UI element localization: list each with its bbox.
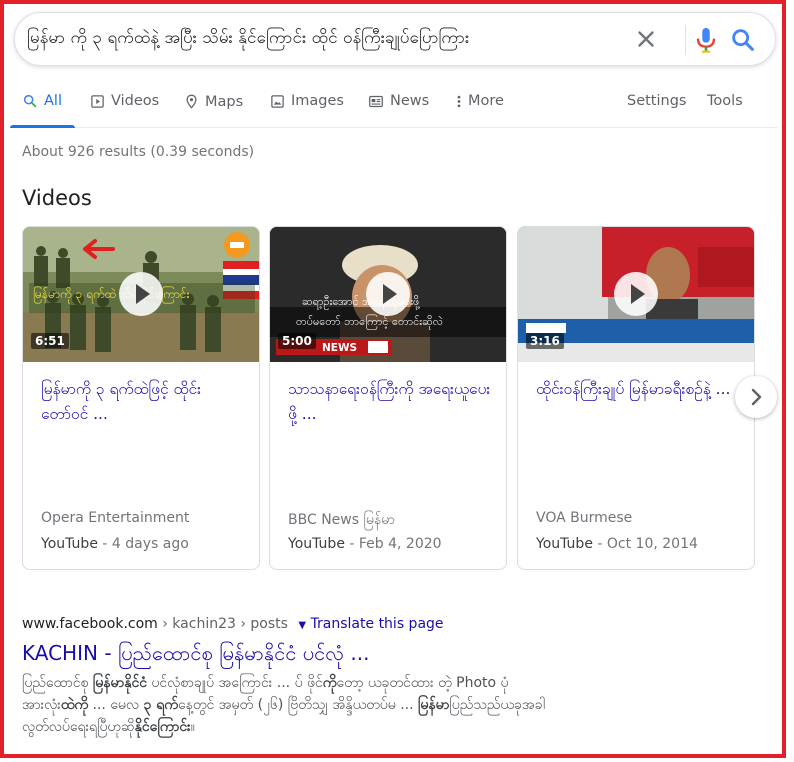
snippet-highlight: ကို xyxy=(322,675,337,691)
snippet-text: ... မေလ xyxy=(88,697,144,713)
tools-label: Tools xyxy=(707,93,743,109)
clear-icon[interactable] xyxy=(633,26,659,52)
result-snippet: ပြည်ထောင်စု မြန်မာနိုင်ငံ ပင်လုံစာချုပ် … xyxy=(22,672,762,738)
search-bar[interactable]: မြန်မာ ကို ၃ ရက်ထဲနဲ့ အပြီး သိမ်း နိုင်က… xyxy=(14,12,776,66)
tab-more[interactable]: More xyxy=(456,93,504,109)
video-meta: YouTube - Feb 4, 2020 xyxy=(288,536,442,552)
snippet-highlight: ၃ ရက် xyxy=(143,697,179,713)
search-icon xyxy=(23,94,37,108)
tab-news[interactable]: News xyxy=(368,93,429,109)
video-meta: YouTube - Oct 10, 2014 xyxy=(536,536,698,552)
thumbnail-caption-2: တပ်မတော် ဘာကြောင့် တောင်းဆိုလဲ xyxy=(296,314,443,330)
tools-link[interactable]: Tools xyxy=(707,93,743,109)
tab-maps[interactable]: Maps xyxy=(184,93,243,110)
snippet-highlight: နိုင်ကြောင်း xyxy=(134,719,191,735)
tab-label: Maps xyxy=(205,93,244,110)
mic-icon[interactable] xyxy=(690,24,722,56)
tab-label: Videos xyxy=(111,93,160,109)
tab-label: Images xyxy=(291,93,344,109)
tab-label: More xyxy=(468,93,504,109)
video-source: VOA Burmese xyxy=(536,510,633,526)
play-icon[interactable] xyxy=(366,272,410,316)
search-icon[interactable] xyxy=(729,26,757,54)
search-divider xyxy=(685,25,686,55)
video-card[interactable]: ဆရာ့ဦးအောင် အရေးယူပေးဖို့ တပ်မတော် ဘာကြေ… xyxy=(269,226,507,570)
play-icon[interactable] xyxy=(614,272,658,316)
tab-all[interactable]: All xyxy=(22,93,62,109)
tab-label: News xyxy=(390,93,430,109)
dropdown-caret-icon[interactable]: ▼ xyxy=(298,620,306,631)
active-tab-indicator xyxy=(10,125,75,128)
video-title[interactable]: သာသနာရေးဝန်ကြီးကို အရေးယူပေးဖို့ ... xyxy=(288,377,494,427)
tab-images[interactable]: Images xyxy=(270,93,344,109)
video-card[interactable]: မြန်မာကို ၃ ရက်ထဲ သိမ်းနိုင်ကြောင်း 6:51… xyxy=(22,226,260,570)
result-path: › kachin23 › posts xyxy=(157,616,288,632)
video-duration: 5:00 xyxy=(278,333,316,349)
video-platform: YouTube xyxy=(41,536,98,552)
snippet-text: တော့ ယခုတင်ထား တဲ့ Photo ပုံ xyxy=(336,675,509,691)
more-vert-icon xyxy=(457,95,461,107)
snippet-highlight: မြန်မာ xyxy=(418,697,450,713)
video-duration: 3:16 xyxy=(526,333,564,349)
image-icon xyxy=(271,94,284,108)
play-icon[interactable] xyxy=(119,272,163,316)
snippet-text: ။ xyxy=(190,719,195,735)
snippet-highlight: မြန်မာနိုင်ငံ xyxy=(92,675,147,691)
play-video-icon xyxy=(91,94,104,108)
search-tabs: All Videos Maps Images News More Setting… xyxy=(10,84,778,128)
result-domain: www.facebook.com xyxy=(22,616,158,632)
video-platform: YouTube xyxy=(288,536,345,552)
snippet-text: လွတ်လပ်ရေးရပြီဟုဆို xyxy=(22,719,135,735)
news-icon xyxy=(369,95,383,107)
result-title-link[interactable]: KACHIN - ပြည်ထောင်စု မြန်မာနိုင်ငံ ပင်လု… xyxy=(22,640,369,670)
video-source: BBC News မြန်မာ xyxy=(288,512,395,528)
settings-link[interactable]: Settings xyxy=(627,93,686,109)
snippet-text: ပြည်သည်ယခုအခါ xyxy=(449,697,545,713)
tab-videos[interactable]: Videos xyxy=(90,93,159,109)
translate-link[interactable]: Translate this page xyxy=(311,616,444,632)
result-breadcrumb: www.facebook.com › kachin23 › posts ▼ Tr… xyxy=(22,616,444,632)
chevron-right-icon xyxy=(751,388,762,406)
video-thumbnail[interactable]: မြန်မာကို ၃ ရက်ထဲ သိမ်းနိုင်ကြောင်း 6:51 xyxy=(23,227,259,362)
news-label: NEWS xyxy=(322,342,357,354)
video-title[interactable]: ထိုင်းဝန်ကြီးချုပ် မြန်မာခရီးစဉ်နဲ့ ... xyxy=(536,377,742,402)
video-date: - Oct 10, 2014 xyxy=(592,536,698,552)
snippet-text: ပင်လုံစာချုပ် အကြောင်း ... ပ် ဖိုင် xyxy=(146,675,323,691)
video-title[interactable]: မြန်မာကို ၃ ရက်ထဲဖြင့် ထိုင်းတော်ဝင် ... xyxy=(41,377,247,427)
tab-label: All xyxy=(44,93,62,109)
snippet-text: အားလုံး xyxy=(22,697,61,713)
snippet-highlight: ထဲကို xyxy=(60,697,89,713)
result-stats: About 926 results (0.39 seconds) xyxy=(22,144,255,160)
video-meta: YouTube - 4 days ago xyxy=(41,536,189,552)
settings-label: Settings xyxy=(627,93,687,109)
video-date: - Feb 4, 2020 xyxy=(344,536,442,552)
video-source: Opera Entertainment xyxy=(41,510,190,526)
snippet-text: ပြည်ထောင်စု xyxy=(22,675,93,691)
video-platform: YouTube xyxy=(536,536,593,552)
search-input[interactable]: မြန်မာ ကို ၃ ရက်ထဲနဲ့ အပြီး သိမ်း နိုင်က… xyxy=(27,27,627,52)
snippet-text: နေ့တွင် အမှတ် (၂၆) ဗြိတိသျှ အိန္ဒိယတပ်မ … xyxy=(178,697,419,713)
videos-section-title: Videos xyxy=(22,186,92,210)
video-thumbnail[interactable]: ဆရာ့ဦးအောင် အရေးယူပေးဖို့ တပ်မတော် ဘာကြေ… xyxy=(270,227,506,362)
video-thumbnail[interactable]: 3:16 xyxy=(518,227,754,362)
video-date: - 4 days ago xyxy=(97,536,189,552)
video-card[interactable]: 3:16 ထိုင်းဝန်ကြီးချုပ် မြန်မာခရီးစဉ်နဲ့… xyxy=(517,226,755,570)
carousel-next-button[interactable] xyxy=(735,376,777,418)
video-duration: 6:51 xyxy=(31,333,69,349)
map-pin-icon xyxy=(186,94,197,109)
